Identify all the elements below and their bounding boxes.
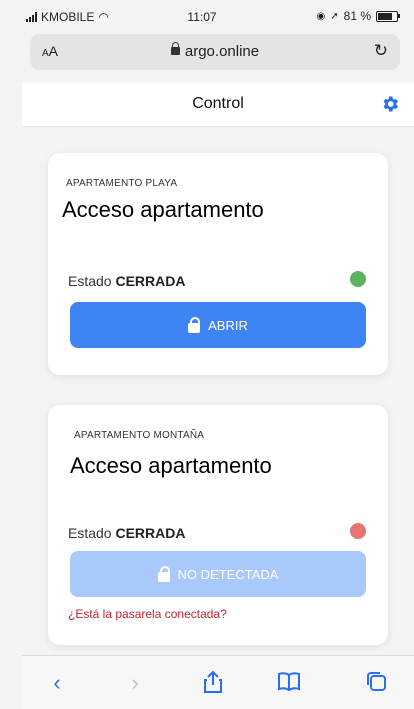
wifi-icon: ◠ (98, 10, 109, 24)
carrier-name: KMOBILE (41, 10, 95, 24)
address-bar[interactable]: AA argo.online ↻ (30, 34, 400, 70)
phone-screen: KMOBILE ◠ 11:07 ◉ ➚ 81 % AA argo.online … (0, 0, 414, 709)
state-value: CERRADA (115, 525, 186, 541)
not-detected-label: NO DETECTADA (177, 566, 279, 582)
reload-icon[interactable]: ↻ (374, 41, 388, 61)
clock: 11:07 (187, 10, 217, 24)
not-detected-button[interactable]: NO DETECTADA (70, 551, 366, 597)
device-name: Acceso apartamento (62, 197, 264, 222)
forward-icon[interactable]: › (122, 670, 148, 696)
status-indicator-dot (350, 271, 366, 287)
open-button[interactable]: ABRIR (70, 302, 366, 348)
app-header: Control (22, 82, 414, 127)
device-list: APARTAMENTO PLAYA Acceso apartamento Est… (22, 127, 414, 655)
device-location: APARTAMENTO MONTAÑA (74, 430, 205, 441)
status-bar: KMOBILE ◠ 11:07 ◉ ➚ 81 % (22, 6, 412, 28)
state-label: Estado (68, 273, 112, 289)
url-display[interactable]: argo.online (30, 42, 400, 60)
signal-icon (26, 12, 37, 22)
state-label: Estado (68, 525, 112, 541)
open-button-label: ABRIR (208, 317, 248, 333)
device-state: Estado CERRADA (68, 273, 185, 289)
device-state: Estado CERRADA (68, 525, 185, 541)
device-location: APARTAMENTO PLAYA (66, 178, 178, 189)
state-value: CERRADA (115, 273, 186, 289)
device-card-playa: APARTAMENTO PLAYA Acceso apartamento Est… (48, 153, 388, 375)
padlock-icon (157, 566, 170, 582)
device-name: Acceso apartamento (70, 453, 272, 478)
status-indicator-dot (350, 523, 366, 539)
battery-icon (376, 10, 400, 22)
page-title: Control (192, 95, 244, 112)
back-icon[interactable]: ‹ (44, 670, 70, 696)
device-card-montana: APARTAMENTO MONTAÑA Acceso apartamento E… (48, 405, 388, 645)
url-text: argo.online (184, 43, 260, 60)
alarm-icon: ◉ (316, 10, 326, 22)
battery-percent: 81 % (343, 9, 371, 23)
bookmarks-icon[interactable] (276, 670, 302, 696)
tabs-icon[interactable] (364, 670, 390, 696)
status-right: ◉ ➚ 81 % (316, 9, 400, 23)
carrier-area: KMOBILE ◠ (26, 10, 109, 24)
gear-icon[interactable] (380, 94, 400, 114)
padlock-icon (188, 317, 201, 333)
location-icon: ➚ (330, 10, 339, 22)
lock-icon (170, 42, 180, 55)
share-icon[interactable] (200, 670, 226, 696)
browser-toolbar: ‹ › (22, 655, 414, 709)
gateway-warning: ¿Está la pasarela conectada? (68, 607, 227, 621)
